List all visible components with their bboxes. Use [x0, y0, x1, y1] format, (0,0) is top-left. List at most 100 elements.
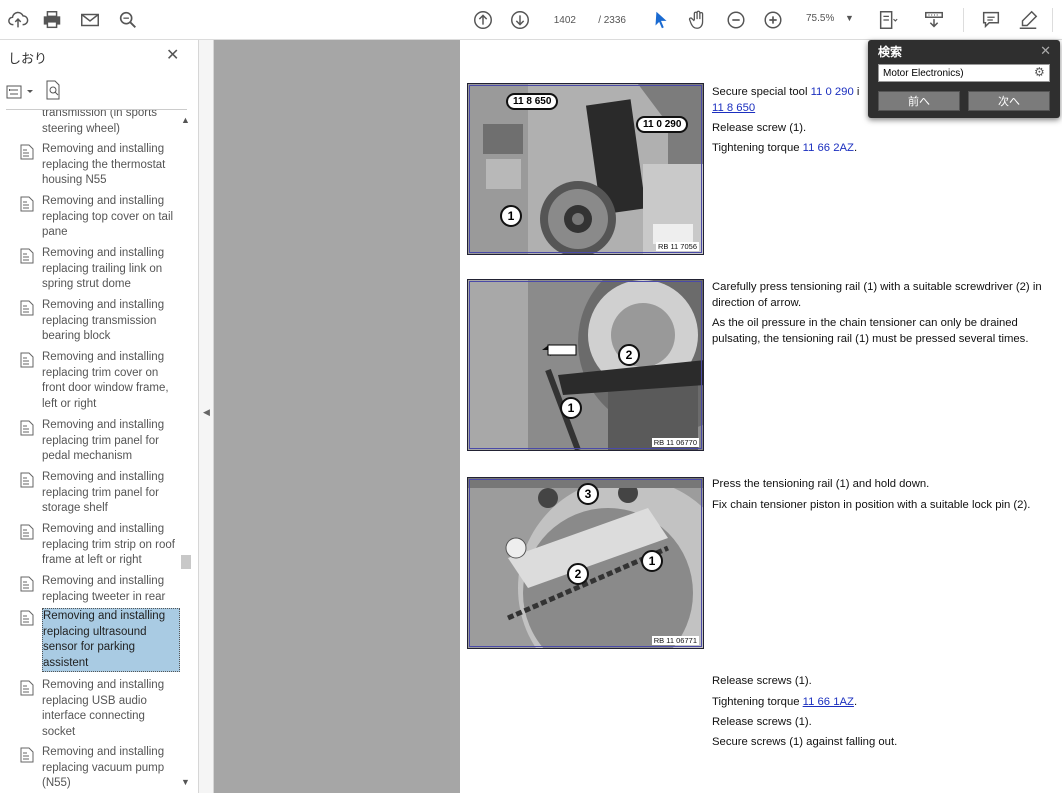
find-panel: 検索 ✕ ⚙ 前へ 次へ [868, 40, 1060, 118]
bookmark-label: Removing and installing replacing top co… [42, 195, 174, 239]
bookmark-item[interactable]: Removing and installing replacing transm… [20, 298, 180, 345]
bookmark-item[interactable]: transmission (in sports steering wheel) [20, 110, 180, 137]
panel-collapse-handle[interactable]: ◀ [199, 40, 214, 793]
bookmark-label: Removing and installing replacing ultras… [42, 608, 180, 673]
figure-callout: 2 [618, 344, 640, 366]
bookmark-page-icon [20, 248, 34, 264]
text: Release screws (1). [712, 716, 812, 728]
bookmark-page-icon [20, 110, 34, 124]
mail-icon[interactable] [78, 8, 102, 32]
text: . [853, 142, 858, 154]
text: i [853, 86, 860, 98]
toolbar-divider [963, 8, 964, 32]
bookmark-item[interactable]: Removing and installing replacing trim s… [20, 522, 180, 569]
text: Fix chain tensioner piston in position w… [712, 499, 1031, 511]
search-icon[interactable] [116, 8, 140, 32]
search-input[interactable] [878, 64, 1050, 82]
bookmark-item[interactable]: Removing and installing replacing trim c… [20, 350, 180, 412]
bookmark-item[interactable]: Removing and installing replacing tweete… [20, 574, 180, 605]
figure-callout: 3 [577, 483, 599, 505]
hand-tool-icon[interactable] [686, 8, 710, 32]
figure-frame [469, 281, 702, 449]
figure-label: 11 8 650 [506, 93, 559, 110]
bookmark-item-selected[interactable]: Removing and installing replacing ultras… [20, 608, 180, 673]
bookmark-options-icon[interactable] [6, 85, 34, 99]
bookmark-item[interactable]: Removing and installing replacing USB au… [20, 678, 180, 740]
scroll-up-icon[interactable]: ▲ [181, 115, 190, 125]
page-up-icon[interactable] [471, 8, 495, 32]
close-icon[interactable]: ✕ [1040, 43, 1051, 59]
torque-link[interactable]: 11 66 2AZ [803, 142, 854, 154]
chevron-left-icon[interactable]: ◀ [203, 407, 210, 418]
text: . [853, 696, 858, 708]
zoom-out-icon[interactable] [724, 8, 748, 32]
find-title: 検索 [878, 45, 903, 59]
text: Secure screws (1) against falling out. [712, 736, 898, 748]
bookmark-label: Removing and installing replacing vacuum… [42, 746, 165, 790]
print-icon[interactable] [40, 8, 64, 32]
part-link[interactable]: 11 8 650 [712, 102, 755, 114]
bookmark-page-icon [20, 524, 34, 540]
bookmark-label: Removing and installing replacing traili… [42, 247, 165, 291]
bookmark-label: Removing and installing replacing transm… [42, 299, 165, 343]
figure-code: RB 11 06770 [651, 438, 699, 447]
bookmarks-panel: しおり ✕ transmission (in sports steering w… [0, 40, 199, 793]
scroll-mode-icon[interactable] [922, 8, 946, 32]
upload-icon[interactable] [6, 8, 30, 32]
chevron-down-icon[interactable]: ▼ [845, 13, 854, 23]
bookmark-page-icon [20, 610, 34, 626]
bookmark-page-icon [20, 196, 34, 212]
next-button[interactable]: 次へ [968, 91, 1050, 111]
bookmark-label: Removing and installing replacing the th… [42, 143, 166, 187]
panel-title: しおり [8, 51, 48, 66]
page-total: / 2336 [598, 14, 626, 26]
scroll-down-icon[interactable]: ▼ [181, 777, 190, 787]
bookmark-item[interactable]: Removing and installing replacing traili… [20, 246, 180, 293]
zoom-level[interactable]: 75.5% [806, 13, 834, 24]
gear-icon[interactable]: ⚙ [1034, 65, 1045, 79]
highlight-pen-icon[interactable] [1016, 8, 1040, 32]
zoom-in-icon[interactable] [761, 8, 785, 32]
document-background [214, 40, 460, 793]
text: Secure special tool [712, 86, 811, 98]
bookmark-label: Removing and installing replacing trim c… [42, 351, 169, 410]
figure-callout: 2 [567, 563, 589, 585]
step-4-text: Release screws (1). Tightening torque 11… [712, 673, 1052, 750]
figure-3-image: 3 2 1 RB 11 06771 [467, 477, 704, 649]
text: As the oil pressure in the chain tension… [712, 317, 1029, 345]
bookmark-item[interactable]: Removing and installing replacing trim p… [20, 418, 180, 465]
bookmark-label: Removing and installing replacing USB au… [42, 679, 165, 738]
text: Carefully press tensioning rail (1) with… [712, 281, 1042, 309]
bookmark-page-icon [20, 472, 34, 488]
close-icon[interactable]: ✕ [166, 45, 179, 65]
bookmark-page-icon [20, 680, 34, 696]
text: Release screw (1). [712, 122, 807, 134]
bookmark-label: Removing and installing replacing trim p… [42, 471, 165, 515]
page-number-input[interactable]: 1402 [546, 15, 576, 26]
bookmark-page-icon [20, 576, 34, 592]
page-down-icon[interactable] [508, 8, 532, 32]
bookmark-list: transmission (in sports steering wheel) … [0, 110, 180, 793]
text: Press the tensioning rail (1) and hold d… [712, 478, 930, 490]
bookmark-item[interactable]: Removing and installing replacing the th… [20, 142, 180, 189]
figure-callout: 1 [641, 550, 663, 572]
bookmark-item[interactable]: Removing and installing replacing top co… [20, 194, 180, 241]
page-navigator: 1402 / 2336 [546, 10, 626, 30]
scrollbar[interactable]: ▲ ▼ [180, 115, 191, 793]
figure-code: RB 11 06771 [651, 636, 699, 645]
figure-1-image: 11 8 650 11 0 290 1 RB 11 7056 [467, 83, 704, 255]
part-link[interactable]: 11 0 290 [811, 86, 854, 98]
bookmark-item[interactable]: Removing and installing replacing trim p… [20, 470, 180, 517]
bookmark-item[interactable]: Removing and installing replacing vacuum… [20, 745, 180, 792]
step-2-text: Carefully press tensioning rail (1) with… [712, 279, 1052, 347]
comment-icon[interactable] [979, 8, 1003, 32]
torque-link[interactable]: 11 66 1AZ [803, 696, 854, 708]
page-fit-icon[interactable] [876, 8, 900, 32]
find-bookmark-icon[interactable] [44, 80, 62, 105]
bookmark-label: Removing and installing replacing trim p… [42, 419, 165, 463]
scroll-thumb[interactable] [181, 555, 191, 569]
figure-frame [469, 85, 702, 253]
bookmark-label: Removing and installing replacing tweete… [42, 575, 166, 603]
select-cursor-icon[interactable] [649, 8, 673, 32]
previous-button[interactable]: 前へ [878, 91, 960, 111]
